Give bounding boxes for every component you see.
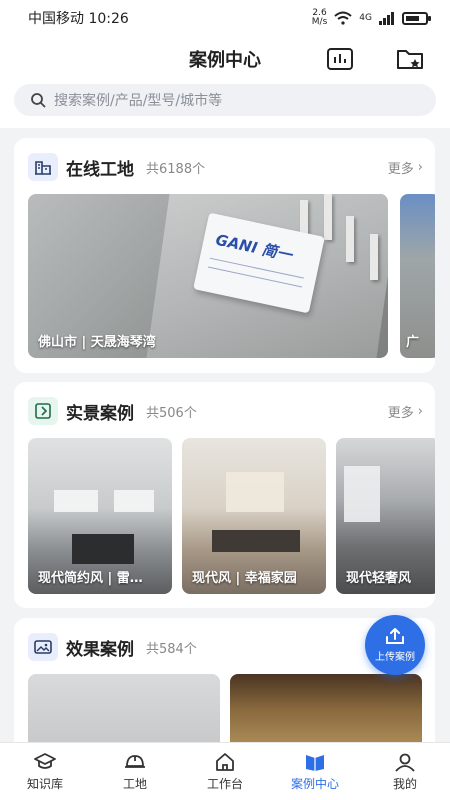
folder-star-icon[interactable] <box>396 46 424 72</box>
section-count: 共506个 <box>146 405 197 421</box>
tile-label: 广 <box>406 335 420 350</box>
room-window <box>54 490 98 512</box>
tile-label: 现代简约风 | 雷… <box>38 571 143 586</box>
building-icon <box>28 153 58 181</box>
section-count: 共584个 <box>146 641 197 657</box>
home-icon <box>216 752 234 771</box>
tab-site[interactable]: 工地 <box>90 743 180 800</box>
net-speed: 2.6 M/s <box>311 8 328 27</box>
bottom-tab-bar: 知识库 工地 工作台 案例中心 我的 <box>0 742 450 800</box>
upload-label: 上传案例 <box>375 652 415 663</box>
section-title: 效果案例 <box>66 639 134 660</box>
site-tile[interactable]: GANI 简一 佛山市 | 天晟海琴湾 <box>28 194 388 358</box>
status-bar: 中国移动 10:26 2.6 M/s 4G <box>0 0 450 36</box>
render-cases-header: 效果案例 共584个 <box>28 632 423 662</box>
tab-cases[interactable]: 案例中心 <box>270 743 360 800</box>
tab-label: 我的 <box>392 776 417 791</box>
search-bar: 搜索案例/产品/型号/城市等 <box>0 84 450 128</box>
room-window <box>344 466 380 522</box>
tile-bar <box>370 234 378 280</box>
case-tile[interactable]: 现代风 | 幸福家园 <box>182 438 326 594</box>
clock: 10:26 <box>88 11 129 27</box>
graduation-cap-icon <box>34 752 56 769</box>
tab-mine[interactable]: 我的 <box>360 743 450 800</box>
tab-label: 案例中心 <box>290 776 339 791</box>
chart-icon[interactable] <box>326 46 354 72</box>
search-input[interactable]: 搜索案例/产品/型号/城市等 <box>14 84 436 116</box>
helmet-icon <box>125 754 145 768</box>
user-icon <box>395 753 415 772</box>
room-sofa <box>212 530 300 552</box>
status-left: 中国移动 10:26 <box>28 8 129 28</box>
signal-icon <box>379 11 394 25</box>
case-tile[interactable]: 现代轻奢风 <box>336 438 435 594</box>
room-window <box>114 490 154 512</box>
wifi-icon <box>334 11 352 25</box>
battery-icon <box>402 11 431 25</box>
search-placeholder: 搜索案例/产品/型号/城市等 <box>54 93 223 109</box>
section-title: 在线工地 <box>66 159 134 180</box>
tile-bar <box>324 194 332 240</box>
brand-logo: GANI 简一 <box>214 230 294 265</box>
section-count: 共6188个 <box>146 161 206 177</box>
door-icon <box>28 397 58 425</box>
status-right: 2.6 M/s 4G <box>311 8 431 27</box>
tile-label: 现代风 | 幸福家园 <box>192 571 297 586</box>
tab-label: 工地 <box>122 776 147 791</box>
tab-knowledge[interactable]: 知识库 <box>0 743 90 800</box>
upload-icon <box>386 628 404 644</box>
chevron-right-icon: › <box>417 159 423 175</box>
tile-label: 现代轻奢风 <box>346 571 412 586</box>
section-title: 实景案例 <box>66 403 134 424</box>
more-label: 更多 <box>387 161 414 177</box>
real-cases-card: 实景案例 共506个 更多 › 现代简约风 | 雷… 现代风 | 幸福家园 现代轻… <box>14 382 435 608</box>
tab-workbench[interactable]: 工作台 <box>180 743 270 800</box>
tile-label: 佛山市 | 天晟海琴湾 <box>38 335 156 350</box>
more-label: 更多 <box>387 405 414 421</box>
room-window <box>226 472 284 512</box>
header: 案例中心 <box>0 36 450 84</box>
network-type: 4G <box>359 13 372 23</box>
page-title: 案例中心 <box>189 50 261 71</box>
more-link[interactable]: 更多 › <box>388 402 423 421</box>
chevron-right-icon: › <box>417 403 423 419</box>
real-cases-header: 实景案例 共506个 更多 › <box>28 396 423 426</box>
tab-label: 工作台 <box>206 776 243 791</box>
tab-label: 知识库 <box>26 776 63 791</box>
case-book-icon <box>306 754 324 771</box>
tile-bar <box>346 216 354 262</box>
search-icon <box>31 93 46 108</box>
image-icon <box>28 633 58 661</box>
online-sites-card: 在线工地 共6188个 更多 › GANI 简一 佛山市 | 天晟海琴湾 广 <box>14 138 435 373</box>
room-table <box>72 534 134 564</box>
site-tile[interactable]: 广 <box>400 194 435 358</box>
online-sites-header: 在线工地 共6188个 更多 › <box>28 152 423 182</box>
more-link[interactable]: 更多 › <box>388 158 423 177</box>
carrier: 中国移动 <box>28 11 84 27</box>
upload-case-button[interactable]: 上传案例 <box>365 615 425 675</box>
case-tile[interactable]: 现代简约风 | 雷… <box>28 438 172 594</box>
